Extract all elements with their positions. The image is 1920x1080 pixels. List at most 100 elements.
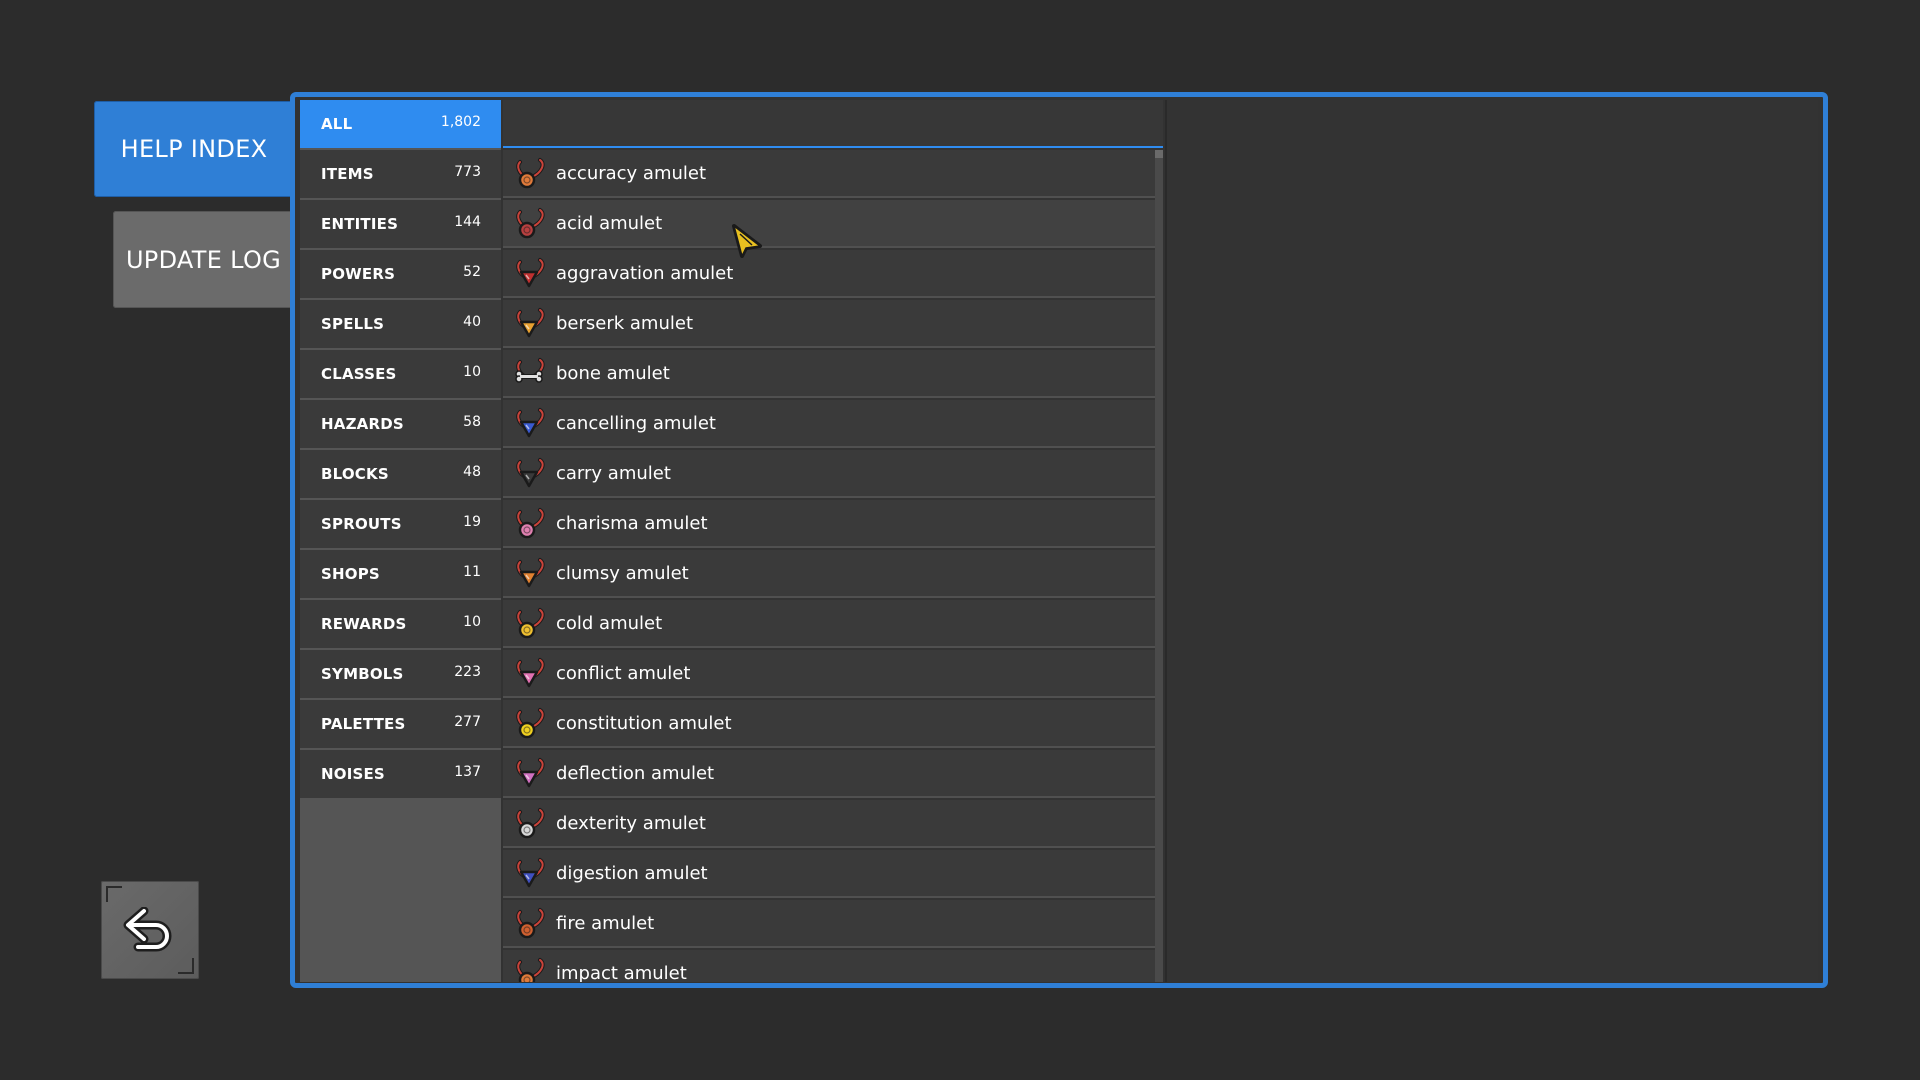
amulet-round-icon <box>513 956 547 982</box>
category-noises[interactable]: NOISES 137 <box>300 750 501 798</box>
category-sprouts[interactable]: SPROUTS 19 <box>300 500 501 548</box>
cursor-pointer-icon <box>732 224 762 258</box>
category-powers[interactable]: POWERS 52 <box>300 250 501 298</box>
category-list: ALL 1,802 ITEMS 773 ENTITIES 144 POWERS 52 SPELL… <box>300 100 501 982</box>
category-label: SPROUTS <box>321 515 402 533</box>
list-item-label: accuracy amulet <box>556 162 707 184</box>
category-count: 144 <box>454 214 481 230</box>
amulet-triangle-icon <box>513 256 547 290</box>
list-item-label: cold amulet <box>556 612 663 634</box>
amulet-triangle-icon <box>513 556 547 590</box>
category-label: SYMBOLS <box>321 665 404 683</box>
list-item[interactable]: deflection amulet <box>503 750 1155 798</box>
amulet-triangle-icon <box>513 656 547 690</box>
list-item[interactable]: conflict amulet <box>503 650 1155 698</box>
list-item[interactable]: charisma amulet <box>503 500 1155 548</box>
category-label: ALL <box>321 115 353 133</box>
list-item[interactable]: bone amulet <box>503 350 1155 398</box>
category-shops[interactable]: SHOPS 11 <box>300 550 501 598</box>
list-item[interactable]: clumsy amulet <box>503 550 1155 598</box>
category-rewards[interactable]: REWARDS 10 <box>300 600 501 648</box>
amulet-triangle-icon <box>513 406 547 440</box>
category-label: SPELLS <box>321 315 385 333</box>
category-label: PALETTES <box>321 715 406 733</box>
category-count: 10 <box>463 614 481 630</box>
category-items[interactable]: ITEMS 773 <box>300 150 501 198</box>
list-item-label: bone amulet <box>556 362 670 384</box>
category-label: SHOPS <box>321 565 380 583</box>
category-symbols[interactable]: SYMBOLS 223 <box>300 650 501 698</box>
amulet-bone-icon <box>513 356 547 390</box>
list-item[interactable]: carry amulet <box>503 450 1155 498</box>
amulet-triangle-icon <box>513 856 547 890</box>
list-item-label: impact amulet <box>556 962 687 983</box>
list-item-label: digestion amulet <box>556 862 708 884</box>
category-classes[interactable]: CLASSES 10 <box>300 350 501 398</box>
amulet-round-icon <box>513 806 547 840</box>
search-field[interactable] <box>503 100 1163 148</box>
category-hazards[interactable]: HAZARDS 58 <box>300 400 501 448</box>
category-count: 223 <box>454 664 481 680</box>
category-count: 277 <box>454 714 481 730</box>
category-label: CLASSES <box>321 365 397 383</box>
category-count: 48 <box>463 464 481 480</box>
tab-update-log[interactable]: UPDATE LOG <box>113 211 294 308</box>
category-palettes[interactable]: PALETTES 277 <box>300 700 501 748</box>
tab-help-index[interactable]: HELP INDEX <box>94 101 294 197</box>
amulet-triangle-icon <box>513 306 547 340</box>
undo-arrow-icon <box>123 907 172 952</box>
amulet-round-icon <box>513 506 547 540</box>
back-button[interactable] <box>101 881 199 979</box>
category-spells[interactable]: SPELLS 40 <box>300 300 501 348</box>
amulet-round-icon <box>513 906 547 940</box>
list-item[interactable]: aggravation amulet <box>503 250 1155 298</box>
list-item-label: clumsy amulet <box>556 562 689 584</box>
list-item-label: fire amulet <box>556 912 655 934</box>
list-item-label: deflection amulet <box>556 762 715 784</box>
list-item[interactable]: fire amulet <box>503 900 1155 948</box>
category-label: HAZARDS <box>321 415 404 433</box>
list-item-label: carry amulet <box>556 462 671 484</box>
amulet-round-icon <box>513 706 547 740</box>
category-count: 11 <box>463 564 481 580</box>
category-count: 137 <box>454 764 481 780</box>
list-item[interactable]: accuracy amulet <box>503 150 1155 198</box>
category-count: 19 <box>463 514 481 530</box>
amulet-triangle-icon <box>513 756 547 790</box>
list-item-label: acid amulet <box>556 212 663 234</box>
category-count: 58 <box>463 414 481 430</box>
list-item[interactable]: digestion amulet <box>503 850 1155 898</box>
amulet-triangle-icon <box>513 456 547 490</box>
category-label: POWERS <box>321 265 396 283</box>
list-item-label: aggravation amulet <box>556 262 734 284</box>
list-item[interactable]: constitution amulet <box>503 700 1155 748</box>
category-count: 40 <box>463 314 481 330</box>
list-item[interactable]: cancelling amulet <box>503 400 1155 448</box>
corner-mark <box>106 886 122 902</box>
list-item-label: charisma amulet <box>556 512 708 534</box>
amulet-round-icon <box>513 206 547 240</box>
category-all[interactable]: ALL 1,802 <box>300 100 501 148</box>
list-item[interactable]: berserk amulet <box>503 300 1155 348</box>
help-panel: ALL 1,802 ITEMS 773 ENTITIES 144 POWERS 52 SPELL… <box>290 92 1828 988</box>
scrollbar-thumb[interactable] <box>1155 150 1163 158</box>
list-item[interactable]: dexterity amulet <box>503 800 1155 848</box>
list-item-label: dexterity amulet <box>556 812 706 834</box>
category-label: NOISES <box>321 765 385 783</box>
category-count: 773 <box>454 164 481 180</box>
category-blocks[interactable]: BLOCKS 48 <box>300 450 501 498</box>
category-label: REWARDS <box>321 615 407 633</box>
list-item[interactable]: acid amulet <box>503 200 1155 248</box>
list-item-label: cancelling amulet <box>556 412 716 434</box>
list-item[interactable]: impact amulet <box>503 950 1155 982</box>
category-label: BLOCKS <box>321 465 389 483</box>
list-item[interactable]: cold amulet <box>503 600 1155 648</box>
category-entities[interactable]: ENTITIES 144 <box>300 200 501 248</box>
scrollbar[interactable] <box>1155 150 1163 982</box>
category-count: 52 <box>463 264 481 280</box>
category-label: ENTITIES <box>321 215 399 233</box>
detail-pane <box>1165 100 1818 982</box>
entry-list: accuracy amulet acid amulet aggravation am… <box>503 100 1163 982</box>
amulet-round-icon <box>513 156 547 190</box>
corner-mark <box>178 958 194 974</box>
